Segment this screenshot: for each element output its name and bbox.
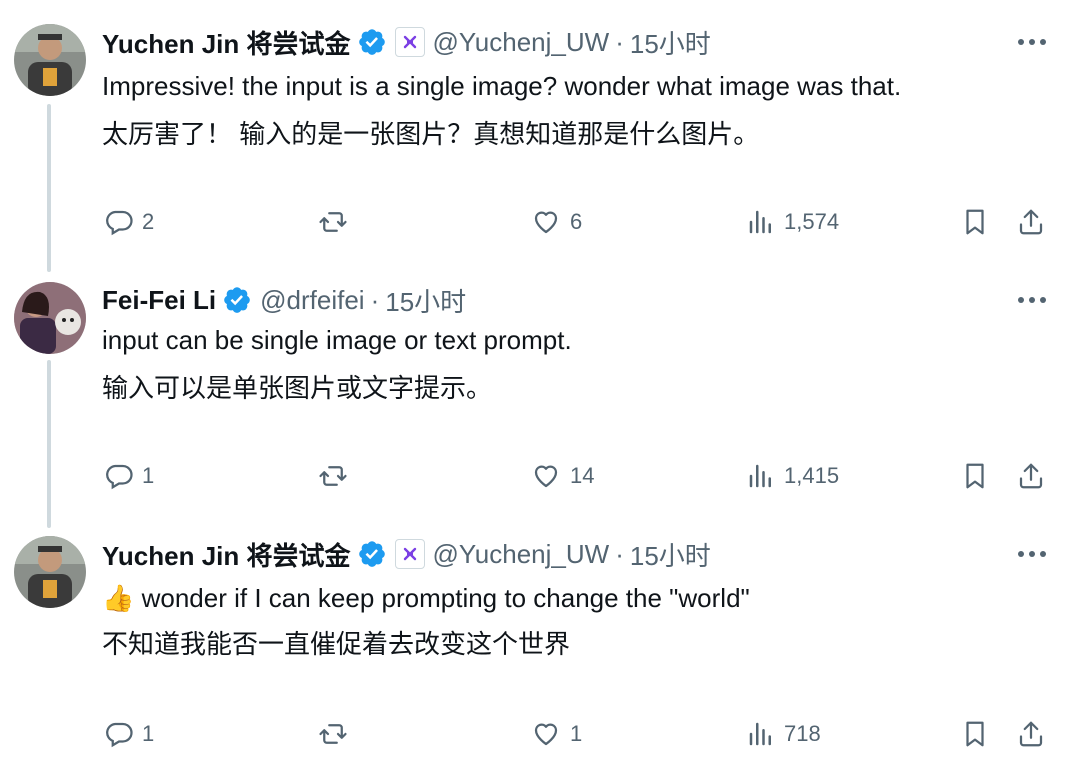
timestamp[interactable]: 15小时 <box>630 536 711 573</box>
heart-icon <box>534 723 558 746</box>
retweet-arrows-icon <box>319 724 347 744</box>
reply-button[interactable]: 1 <box>104 714 154 754</box>
ellipsis-icon <box>1018 551 1046 557</box>
like-count: 1 <box>570 721 583 746</box>
view-count: 718 <box>784 721 821 746</box>
affiliate-badge-icon[interactable] <box>394 539 425 569</box>
tweet-text-line: 不知道我能否一直催促着去改变这个世界 <box>102 629 571 659</box>
views-button[interactable]: 718 <box>746 714 821 754</box>
like-button[interactable]: 1 <box>530 714 582 754</box>
thumbs-up-emoji: 👍 <box>102 583 135 613</box>
tweet-actions: 1 1 718 <box>0 714 1080 754</box>
share-upload-icon <box>1019 721 1043 747</box>
bar-chart-icon <box>749 722 771 746</box>
tweet-text: wonder if I can keep prompting to change… <box>141 583 750 613</box>
verified-badge-icon <box>357 539 387 569</box>
more-options-button[interactable] <box>1012 536 1052 572</box>
tweet[interactable]: Yuchen Jin 将尝试金 @Yuchenj_UW · 15小时 👍 won… <box>0 0 1080 770</box>
display-name[interactable]: Yuchen Jin 将尝试金 <box>102 536 351 573</box>
user-handle[interactable]: @Yuchenj_UW <box>433 539 610 570</box>
bookmark-button[interactable] <box>960 714 990 754</box>
avatar[interactable] <box>14 536 86 608</box>
bookmark-icon <box>966 721 984 747</box>
reply-count: 1 <box>142 721 155 746</box>
tweet-text-line: 👍 wonder if I can keep prompting to chan… <box>102 580 750 616</box>
speech-bubble-icon <box>106 722 133 748</box>
share-button[interactable] <box>1016 714 1046 754</box>
separator-dot: · <box>615 538 624 569</box>
retweet-button[interactable] <box>316 714 358 754</box>
tweet-header: Yuchen Jin 将尝试金 @Yuchenj_UW · 15小时 <box>102 536 711 572</box>
